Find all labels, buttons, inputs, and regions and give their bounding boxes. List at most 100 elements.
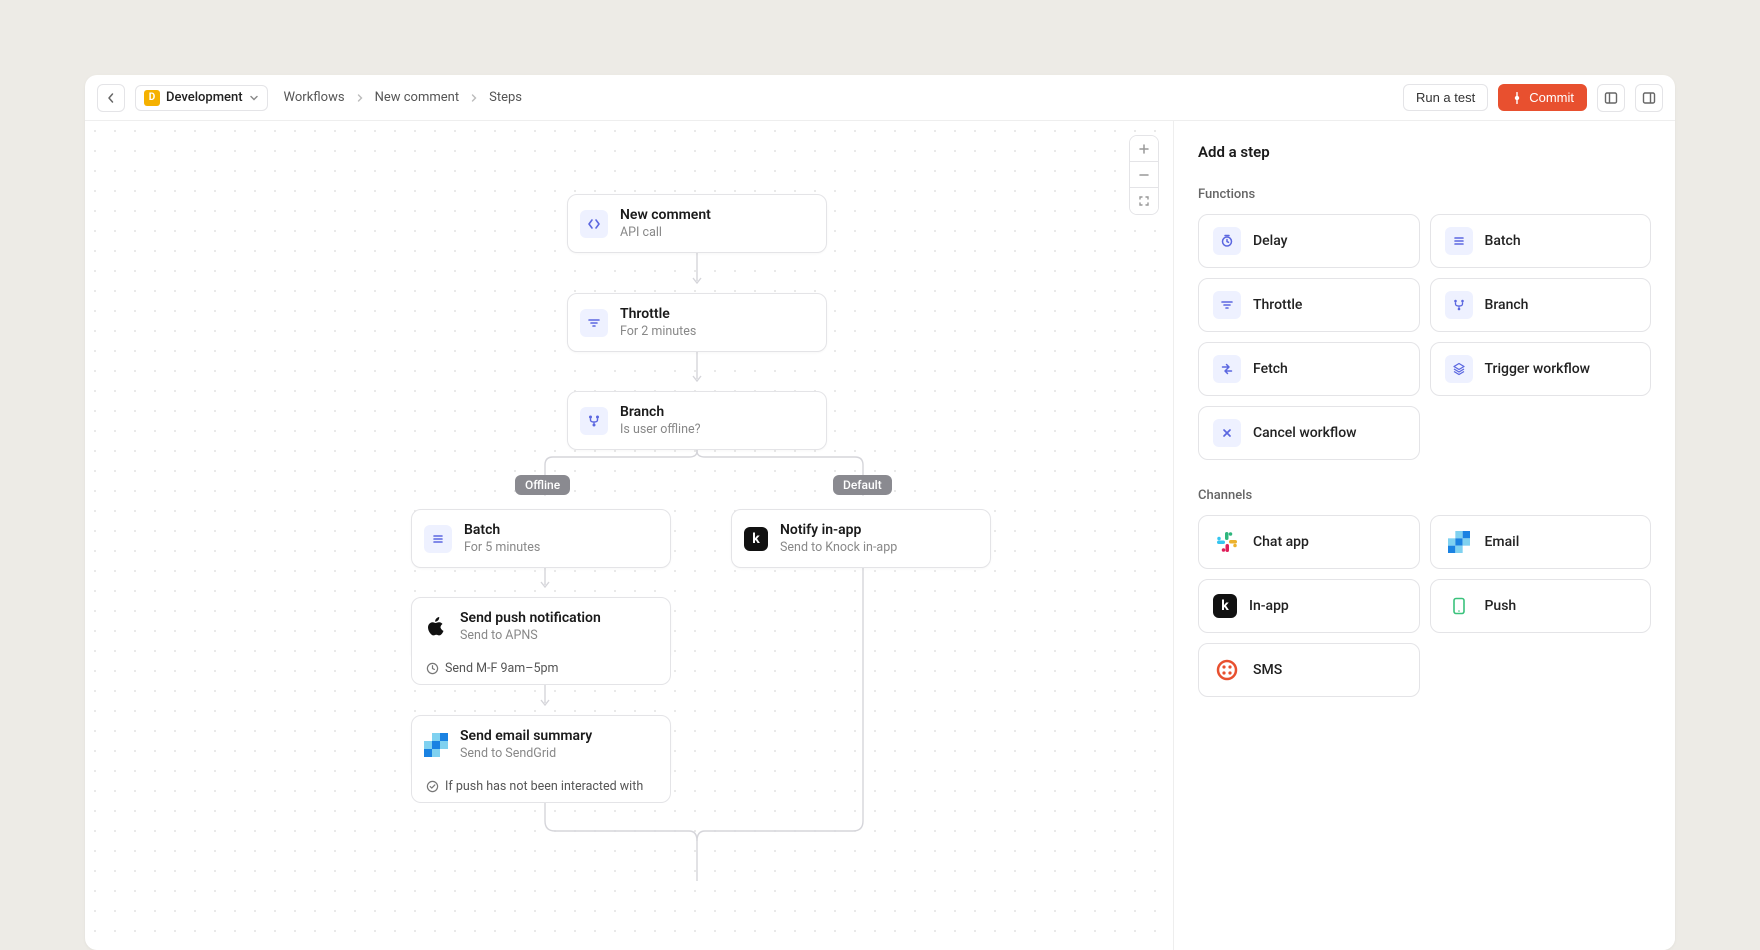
slack-icon: [1213, 528, 1241, 556]
step-label: Throttle: [1253, 297, 1302, 313]
node-branch[interactable]: Branch Is user offline?: [567, 391, 827, 450]
code-icon: [580, 210, 608, 238]
branch-icon: [1445, 291, 1473, 319]
panel-left-toggle[interactable]: [1597, 84, 1625, 112]
mobile-icon: [1445, 592, 1473, 620]
knock-icon: k: [744, 527, 768, 551]
breadcrumb-workflow[interactable]: New comment: [375, 90, 460, 105]
apple-icon: [424, 615, 448, 639]
condition-text: Send M-F 9am–5pm: [445, 661, 558, 676]
zoom-out-button[interactable]: [1130, 162, 1158, 188]
clock-icon: [426, 662, 439, 675]
breadcrumb-steps[interactable]: Steps: [489, 90, 522, 105]
main-area: New comment API call Throttle For 2 minu…: [85, 121, 1675, 950]
step-label: Fetch: [1253, 361, 1288, 377]
branch-label-default: Default: [833, 475, 892, 495]
branch-icon: [580, 407, 608, 435]
node-title: Send push notification: [460, 610, 601, 626]
step-delay[interactable]: Delay: [1198, 214, 1420, 268]
environment-dropdown[interactable]: D Development: [135, 85, 268, 111]
node-subtitle: Send to SendGrid: [460, 746, 592, 761]
node-title: New comment: [620, 207, 711, 223]
step-label: Batch: [1485, 233, 1521, 249]
channel-sms[interactable]: SMS: [1198, 643, 1420, 697]
node-title: Notify in-app: [780, 522, 897, 538]
twilio-icon: [1213, 656, 1241, 684]
check-circle-icon: [426, 780, 439, 793]
channel-label: Push: [1485, 598, 1517, 614]
zoom-controls: [1129, 135, 1159, 215]
throttle-icon: [1213, 291, 1241, 319]
node-email-condition[interactable]: If push has not been interacted with: [411, 771, 671, 803]
node-title: Branch: [620, 404, 701, 420]
topbar: D Development Workflows New comment Step…: [85, 75, 1675, 121]
chevron-right-icon: [469, 93, 479, 103]
back-button[interactable]: [97, 84, 125, 112]
fullscreen-button[interactable]: [1130, 188, 1158, 214]
node-title: Batch: [464, 522, 540, 538]
channel-label: Email: [1485, 534, 1520, 550]
channel-label: Chat app: [1253, 534, 1309, 550]
step-cancel-workflow[interactable]: Cancel workflow: [1198, 406, 1420, 460]
node-subtitle: Send to APNS: [460, 628, 601, 643]
sendgrid-icon: [1445, 528, 1473, 556]
channel-label: SMS: [1253, 662, 1282, 678]
channels-grid: Chat app Email k In-app Push: [1198, 515, 1651, 697]
env-badge-icon: D: [144, 90, 160, 106]
knock-icon: k: [1213, 594, 1237, 618]
cancel-icon: [1213, 419, 1241, 447]
batch-icon: [1445, 227, 1473, 255]
chevron-right-icon: [355, 93, 365, 103]
commit-button[interactable]: Commit: [1498, 84, 1587, 111]
node-inapp[interactable]: k Notify in-app Send to Knock in-app: [731, 509, 991, 568]
node-push-condition[interactable]: Send M-F 9am–5pm: [411, 653, 671, 685]
channel-inapp[interactable]: k In-app: [1198, 579, 1420, 633]
condition-text: If push has not been interacted with: [445, 779, 643, 794]
run-test-label: Run a test: [1416, 90, 1475, 105]
fetch-icon: [1213, 355, 1241, 383]
step-fetch[interactable]: Fetch: [1198, 342, 1420, 396]
batch-icon: [424, 525, 452, 553]
workflow-canvas[interactable]: New comment API call Throttle For 2 minu…: [85, 121, 1173, 950]
node-email[interactable]: Send email summary Send to SendGrid: [411, 715, 671, 774]
step-label: Cancel workflow: [1253, 425, 1357, 441]
channel-push[interactable]: Push: [1430, 579, 1652, 633]
node-title: Send email summary: [460, 728, 592, 744]
step-label: Trigger workflow: [1485, 361, 1591, 377]
run-test-button[interactable]: Run a test: [1403, 84, 1488, 111]
node-throttle[interactable]: Throttle For 2 minutes: [567, 293, 827, 352]
channel-chat[interactable]: Chat app: [1198, 515, 1420, 569]
node-subtitle: For 2 minutes: [620, 324, 696, 339]
panel-right-toggle[interactable]: [1635, 84, 1663, 112]
step-branch[interactable]: Branch: [1430, 278, 1652, 332]
node-subtitle: For 5 minutes: [464, 540, 540, 555]
throttle-icon: [580, 309, 608, 337]
node-trigger[interactable]: New comment API call: [567, 194, 827, 253]
sidebar-title: Add a step: [1198, 143, 1651, 161]
section-channels-label: Channels: [1198, 488, 1651, 503]
step-trigger-workflow[interactable]: Trigger workflow: [1430, 342, 1652, 396]
step-throttle[interactable]: Throttle: [1198, 278, 1420, 332]
commit-label: Commit: [1529, 90, 1574, 105]
functions-grid: Delay Batch Throttle: [1198, 214, 1651, 460]
breadcrumb-workflows[interactable]: Workflows: [284, 90, 345, 105]
branch-label-offline: Offline: [515, 475, 570, 495]
step-label: Branch: [1485, 297, 1529, 313]
node-batch[interactable]: Batch For 5 minutes: [411, 509, 671, 568]
channel-label: In-app: [1249, 598, 1289, 614]
node-subtitle: Send to Knock in-app: [780, 540, 897, 555]
step-label: Delay: [1253, 233, 1288, 249]
app-window: D Development Workflows New comment Step…: [85, 75, 1675, 950]
chevron-down-icon: [249, 93, 259, 103]
node-push[interactable]: Send push notification Send to APNS: [411, 597, 671, 656]
node-title: Throttle: [620, 306, 696, 322]
env-label: Development: [166, 90, 243, 105]
breadcrumb: Workflows New comment Steps: [284, 90, 522, 105]
zoom-in-button[interactable]: [1130, 136, 1158, 162]
layers-icon: [1445, 355, 1473, 383]
delay-icon: [1213, 227, 1241, 255]
channel-email[interactable]: Email: [1430, 515, 1652, 569]
step-batch[interactable]: Batch: [1430, 214, 1652, 268]
sendgrid-icon: [424, 733, 448, 757]
node-subtitle: Is user offline?: [620, 422, 701, 437]
